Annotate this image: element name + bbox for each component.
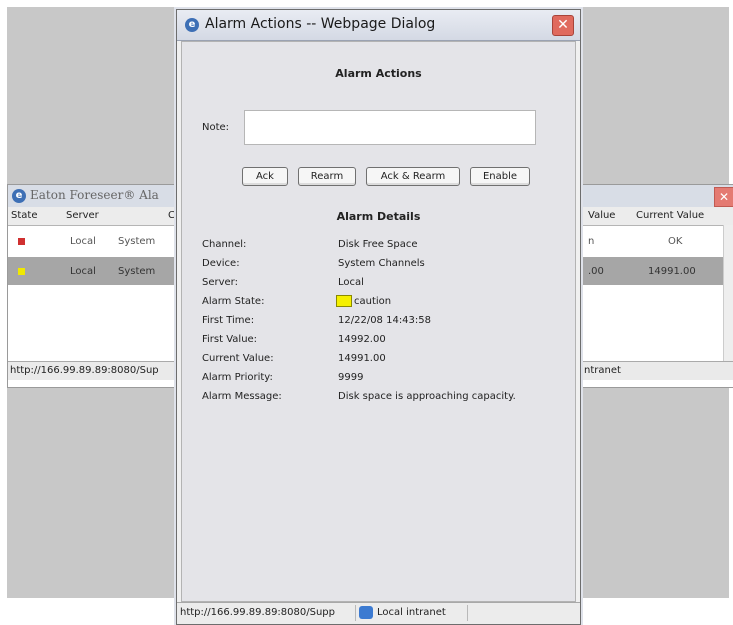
status-divider — [355, 605, 356, 621]
alarm-actions-heading: Alarm Actions — [335, 67, 422, 80]
column-value[interactable]: Value — [588, 210, 615, 221]
dialog-titlebar[interactable]: e Alarm Actions -- Webpage Dialog ✕ — [177, 10, 580, 41]
server-value: Local — [338, 277, 364, 288]
local-intranet-icon — [359, 606, 373, 619]
current-value-label: Current Value: — [202, 353, 274, 364]
status-url: http://166.99.89.89:8080/Supp — [180, 607, 335, 618]
channel-label: Channel: — [202, 239, 247, 250]
first-time-label: First Time: — [202, 315, 255, 326]
rearm-button[interactable]: Rearm — [298, 167, 356, 186]
ie-icon: e — [12, 189, 26, 203]
alarm-message-value: Disk space is approaching capacity. — [338, 391, 516, 402]
alarm-state-value: caution — [354, 296, 392, 307]
status-divider — [467, 605, 468, 621]
first-value-label: First Value: — [202, 334, 258, 345]
background-status-zone: ntranet — [584, 365, 621, 376]
column-state[interactable]: State — [11, 210, 37, 221]
device-value: System Channels — [338, 258, 425, 269]
current-value-value: 14991.00 — [338, 353, 386, 364]
first-time-value: 12/22/08 14:43:58 — [338, 315, 432, 326]
column-c[interactable]: C — [168, 210, 175, 221]
background-status-url: http://166.99.89.89:8080/Sup — [10, 365, 159, 376]
alarm-state-label: Alarm State: — [202, 296, 265, 307]
alarm-priority-value: 9999 — [338, 372, 364, 383]
background-scrollbar[interactable] — [723, 225, 733, 365]
note-label: Note: — [202, 122, 230, 133]
channel-value: Disk Free Space — [338, 239, 418, 250]
close-icon[interactable]: ✕ — [552, 15, 574, 36]
row-current-value: 14991.00 — [648, 266, 696, 277]
alarm-message-label: Alarm Message: — [202, 391, 282, 402]
row-value: .00 — [588, 266, 604, 277]
device-label: Device: — [202, 258, 240, 269]
row-c: System — [118, 236, 156, 247]
ie-icon: e — [185, 18, 199, 32]
background-window-title: Eaton Foreseer® Ala — [30, 188, 159, 202]
row-value: n — [588, 236, 595, 247]
first-value-value: 14992.00 — [338, 334, 386, 345]
row-c: System — [118, 266, 156, 277]
state-indicator-icon — [18, 238, 25, 245]
alarm-details-heading: Alarm Details — [336, 210, 421, 223]
alarm-actions-dialog: e Alarm Actions -- Webpage Dialog ✕ Alar… — [176, 9, 581, 625]
background-close-icon[interactable]: ✕ — [714, 187, 733, 207]
caution-color-swatch — [336, 295, 352, 307]
row-server: Local — [70, 236, 96, 247]
state-indicator-icon — [18, 268, 25, 275]
row-current-value: OK — [668, 236, 683, 247]
alarm-priority-label: Alarm Priority: — [202, 372, 273, 383]
enable-button[interactable]: Enable — [470, 167, 530, 186]
column-current-value[interactable]: Current Value — [636, 210, 704, 221]
status-zone: Local intranet — [377, 607, 446, 618]
server-label: Server: — [202, 277, 238, 288]
dialog-status-bar: http://166.99.89.89:8080/Supp Local intr… — [177, 602, 580, 624]
ack-rearm-button[interactable]: Ack & Rearm — [366, 167, 460, 186]
ack-button[interactable]: Ack — [242, 167, 288, 186]
column-server[interactable]: Server — [66, 210, 99, 221]
dialog-content: Alarm Actions Note: Ack Rearm Ack & Rear… — [181, 41, 576, 602]
note-input[interactable] — [244, 110, 536, 145]
dialog-title: Alarm Actions -- Webpage Dialog — [205, 16, 436, 32]
row-server: Local — [70, 266, 96, 277]
